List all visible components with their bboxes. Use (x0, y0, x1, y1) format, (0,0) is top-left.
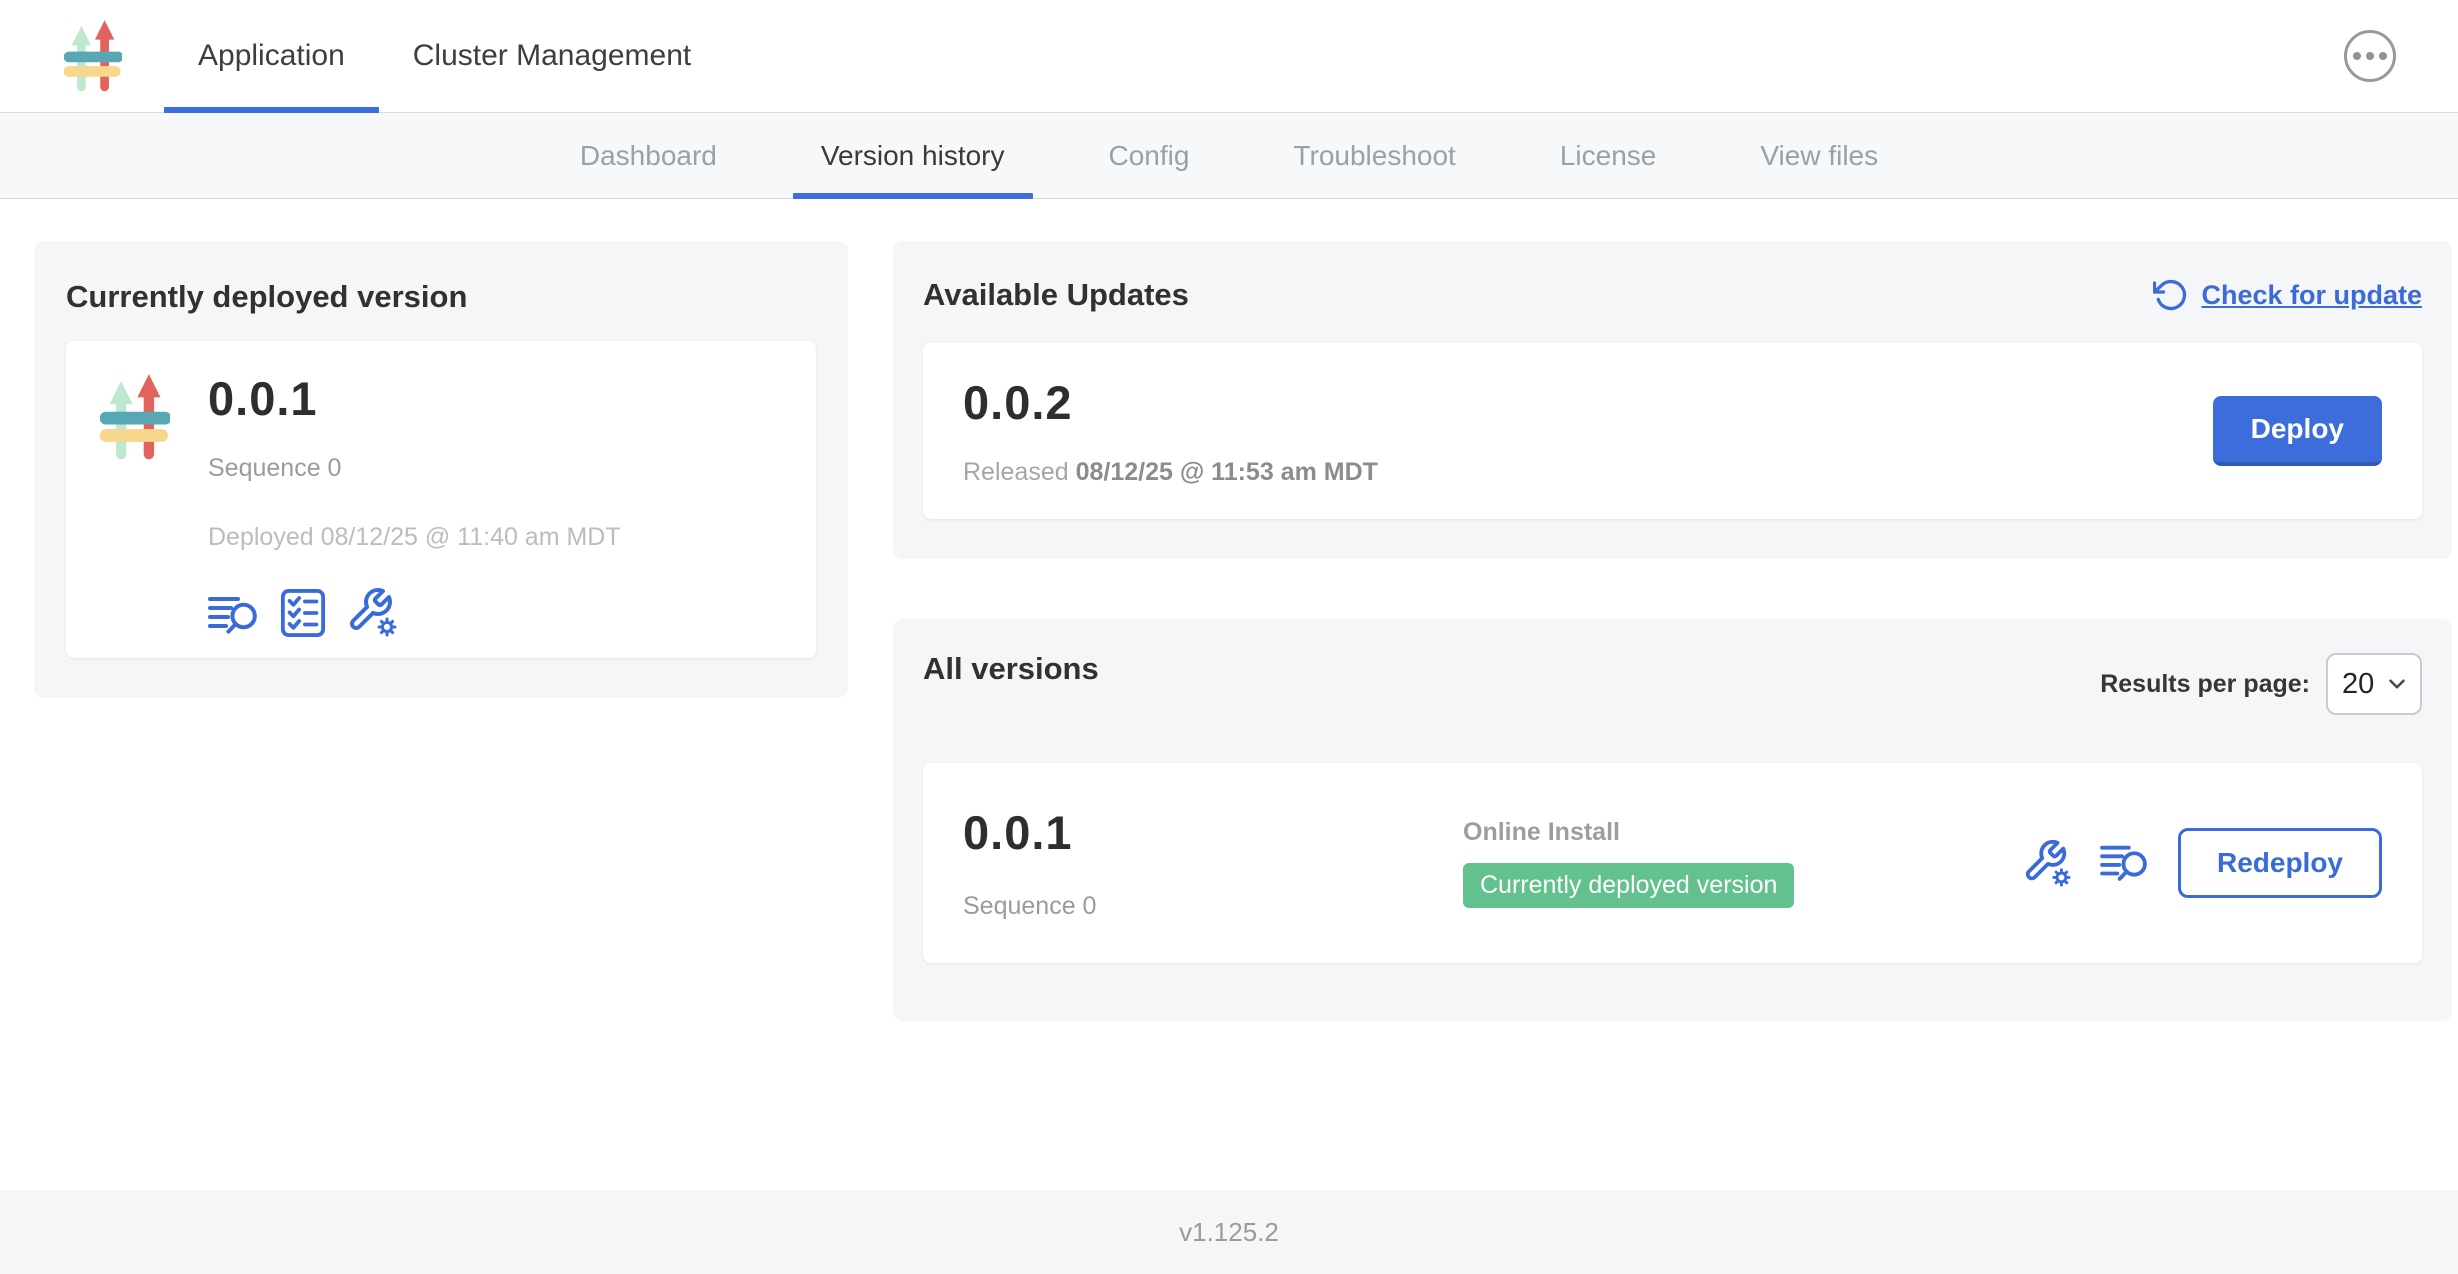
subnav-item-license[interactable]: License (1508, 113, 1709, 198)
version-row-status: Online Install Currently deployed versio… (1463, 818, 1794, 908)
header-tabs: Application Cluster Management (164, 0, 725, 112)
edit-config-icon[interactable] (2022, 838, 2072, 888)
released-prefix: Released (963, 458, 1069, 486)
available-updates-header: Available Updates Check for update (923, 277, 2422, 313)
refresh-icon (2153, 277, 2189, 313)
redeploy-button[interactable]: Redeploy (2178, 828, 2382, 898)
deployed-actions (208, 586, 621, 638)
subnav-item-dashboard[interactable]: Dashboard (528, 113, 769, 198)
update-released-line: Released 08/12/25 @ 11:53 am MDT (963, 458, 1378, 487)
results-per-page-select[interactable]: 20 (2326, 653, 2422, 715)
update-row: 0.0.2 Released 08/12/25 @ 11:53 am MDT D… (923, 343, 2422, 519)
update-version-number: 0.0.2 (963, 375, 1378, 430)
check-for-update-link[interactable]: Check for update (2153, 277, 2422, 313)
update-info: 0.0.2 Released 08/12/25 @ 11:53 am MDT (963, 375, 1378, 487)
deployed-version-meta: 0.0.1 Sequence 0 Deployed 08/12/25 @ 11:… (208, 371, 621, 638)
right-column: Available Updates Check for update 0.0.2… (893, 241, 2452, 1021)
results-per-page-label: Results per page: (2100, 670, 2310, 699)
tab-cluster-management-label: Cluster Management (413, 39, 691, 73)
top-header: Application Cluster Management (0, 0, 2458, 113)
subnav-troubleshoot-label: Troubleshoot (1293, 140, 1455, 172)
ellipsis-icon (2353, 52, 2361, 60)
row-sequence: Sequence 0 (963, 892, 1463, 921)
deployed-date: Deployed 08/12/25 @ 11:40 am MDT (208, 523, 621, 552)
results-per-page: Results per page: 20 (2100, 653, 2422, 715)
deployed-sequence: Sequence 0 (208, 454, 621, 483)
deployed-version-number: 0.0.1 (208, 371, 621, 426)
main-content: Currently deployed version 0.0.1 Sequenc… (0, 199, 2458, 1021)
ellipsis-menu-button[interactable] (2344, 30, 2396, 82)
subnav-config-label: Config (1109, 140, 1190, 172)
all-versions-header: All versions Results per page: 20 (923, 651, 2422, 715)
all-versions-title: All versions (923, 651, 1099, 687)
chevron-down-icon (2384, 671, 2410, 697)
subnav-version-history-label: Version history (821, 140, 1005, 172)
subnav-item-view-files[interactable]: View files (1708, 113, 1930, 198)
deployed-version-panel: 0.0.1 Sequence 0 Deployed 08/12/25 @ 11:… (66, 341, 816, 658)
subnav-license-label: License (1560, 140, 1657, 172)
tab-cluster-management[interactable]: Cluster Management (379, 0, 725, 112)
release-notes-icon[interactable] (2100, 841, 2150, 885)
all-versions-card: All versions Results per page: 20 0.0.1 … (893, 619, 2452, 1021)
results-per-page-value: 20 (2342, 668, 2374, 701)
currently-deployed-card: Currently deployed version 0.0.1 Sequenc… (34, 241, 848, 698)
available-updates-card: Available Updates Check for update 0.0.2… (893, 241, 2452, 559)
subnav-view-files-label: View files (1760, 140, 1878, 172)
app-logo-icon (64, 18, 122, 94)
check-for-update-label: Check for update (2201, 280, 2422, 311)
app-subnav: Dashboard Version history Config Trouble… (0, 113, 2458, 199)
app-logo-icon (100, 373, 170, 461)
header-spacer (725, 0, 2344, 112)
console-version: v1.125.2 (1179, 1217, 1279, 1248)
currently-deployed-badge: Currently deployed version (1463, 863, 1794, 908)
subnav-item-troubleshoot[interactable]: Troubleshoot (1241, 113, 1507, 198)
version-row-actions: Redeploy (2022, 828, 2382, 898)
page-footer: v1.125.2 (0, 1190, 2458, 1274)
subnav-dashboard-label: Dashboard (580, 140, 717, 172)
released-date: 08/12/25 @ 11:53 am MDT (1076, 458, 1378, 486)
preflight-checks-icon[interactable] (280, 588, 326, 638)
tab-application[interactable]: Application (164, 0, 379, 112)
tab-application-label: Application (198, 39, 345, 73)
deploy-button[interactable]: Deploy (2213, 396, 2382, 466)
version-row-info: 0.0.1 Sequence 0 (963, 805, 1463, 921)
subnav-item-config[interactable]: Config (1057, 113, 1242, 198)
app-logo (64, 0, 122, 112)
release-notes-icon[interactable] (208, 592, 260, 638)
edit-config-icon[interactable] (346, 586, 398, 638)
deployed-card-title: Currently deployed version (66, 279, 816, 315)
version-row: 0.0.1 Sequence 0 Online Install Currentl… (923, 763, 2422, 963)
install-type: Online Install (1463, 818, 1794, 847)
subnav-item-version-history[interactable]: Version history (769, 113, 1057, 198)
available-updates-title: Available Updates (923, 277, 1189, 313)
row-version-number: 0.0.1 (963, 805, 1463, 860)
deployed-app-logo (100, 373, 170, 638)
